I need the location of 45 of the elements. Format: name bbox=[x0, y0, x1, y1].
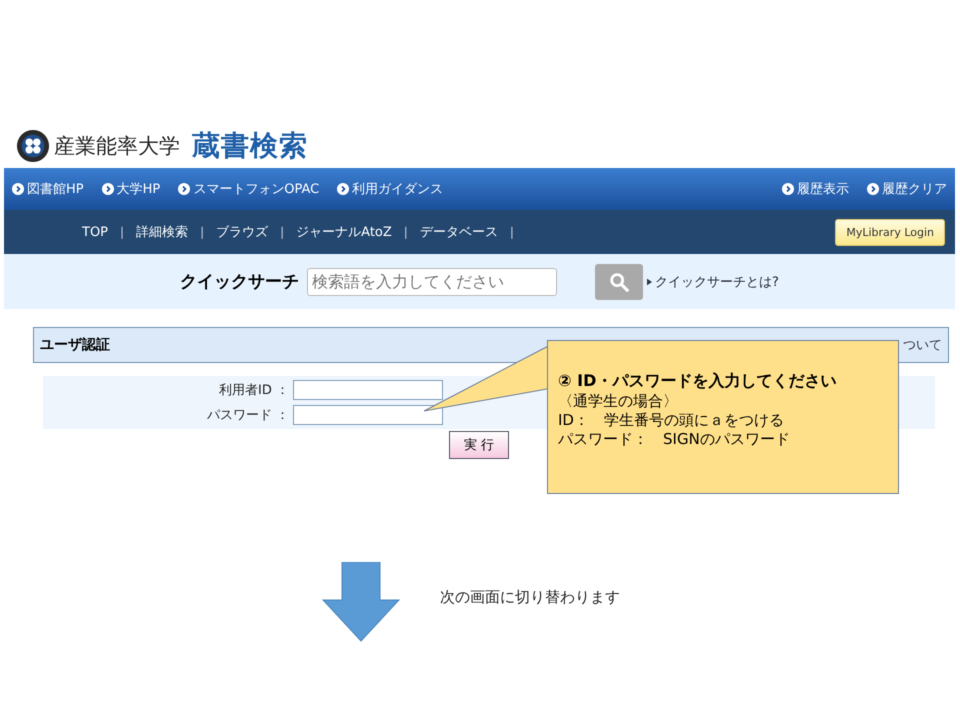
quick-search-label: クイックサーチ bbox=[180, 271, 299, 293]
header-link[interactable]: スマートフォンOPAC bbox=[178, 180, 320, 198]
nav-link[interactable]: TOP bbox=[82, 224, 108, 240]
chevron-icon bbox=[102, 183, 114, 195]
search-field[interactable]: 検索語を入力してください bbox=[307, 268, 557, 296]
nav-link[interactable]: ブラウズ bbox=[216, 223, 268, 241]
nav-link[interactable]: データベース bbox=[420, 223, 498, 241]
field-label: 利用者ID ： bbox=[218, 382, 289, 399]
callout-text: パスワード： SIGNのパスワード bbox=[558, 430, 791, 449]
nav-link[interactable]: 詳細検索 bbox=[136, 223, 188, 241]
down-arrow-icon bbox=[322, 562, 400, 642]
help-link[interactable]: クイックサーチとは? bbox=[647, 272, 779, 290]
callout-heading: ② ID・パスワードを入力してください bbox=[558, 371, 838, 392]
transition-note: 次の画面に切り替わります bbox=[440, 588, 620, 606]
chevron-icon bbox=[867, 183, 879, 195]
emblem-icon bbox=[16, 129, 50, 163]
chevron-icon bbox=[12, 183, 24, 195]
university-name: 産業能率大学 bbox=[54, 133, 180, 160]
password-field[interactable] bbox=[293, 405, 443, 425]
triangle-icon bbox=[647, 278, 652, 286]
section-title: ユーザ認証 bbox=[40, 336, 110, 354]
nav-separator: | bbox=[280, 225, 284, 239]
chevron-icon bbox=[337, 183, 350, 195]
chevron-icon bbox=[178, 183, 190, 195]
submit-button[interactable]: 実 行 bbox=[449, 431, 510, 459]
site-title: 蔵書検索 bbox=[192, 128, 308, 164]
callout-text: 〈通学生の場合〉 bbox=[558, 392, 679, 411]
nav-link[interactable]: ジャーナルAtoZ bbox=[296, 223, 392, 241]
header-link[interactable]: 履歴表示 bbox=[782, 180, 849, 198]
header-link[interactable]: 履歴クリア bbox=[867, 180, 947, 198]
login-button[interactable]: MyLibrary Login bbox=[835, 218, 945, 246]
chevron-icon bbox=[782, 183, 794, 195]
nav-separator: | bbox=[120, 225, 124, 239]
callout-text: ID： 学生番号の頭にａをつける bbox=[558, 411, 785, 430]
header-link[interactable]: 利用ガイダンス bbox=[337, 180, 444, 198]
search-icon bbox=[608, 270, 630, 292]
nav-separator: | bbox=[404, 225, 408, 239]
search-button[interactable] bbox=[595, 264, 643, 300]
nav-separator: | bbox=[200, 225, 204, 239]
header-link[interactable]: 大学HP bbox=[102, 180, 160, 198]
header-link[interactable]: 図書館HP bbox=[12, 180, 84, 198]
field-label: パスワード ： bbox=[206, 407, 289, 424]
side-link[interactable]: ついて bbox=[903, 336, 942, 354]
nav-separator: | bbox=[510, 225, 514, 239]
user-id-field[interactable] bbox=[293, 380, 443, 400]
